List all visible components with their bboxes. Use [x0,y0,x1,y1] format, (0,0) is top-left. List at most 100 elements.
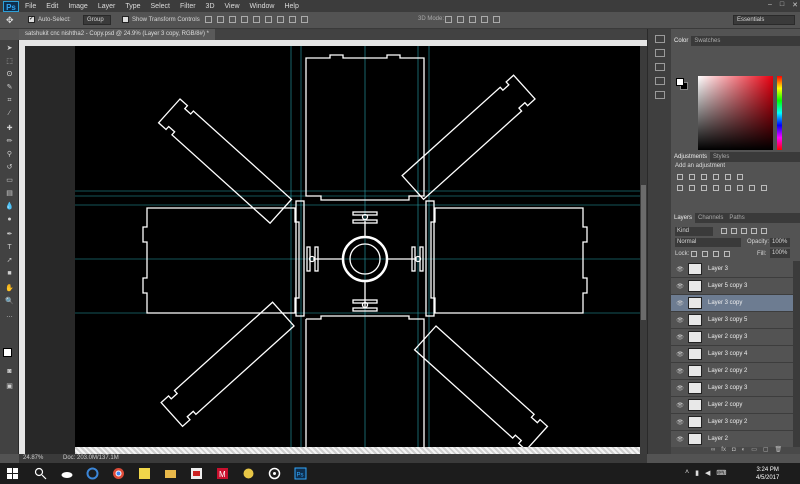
history-brush-icon[interactable]: ↺ [4,163,15,172]
filter-smart-icon[interactable] [761,228,767,234]
eye-icon[interactable]: 👁 [675,334,685,341]
volume-icon[interactable]: ◀ [705,469,710,477]
panel-foreground-swatch[interactable] [676,78,684,86]
filter-adjust-icon[interactable] [731,228,737,234]
3d-rotate-icon[interactable] [445,16,452,23]
menu-layer[interactable]: Layer [98,3,116,10]
lasso-icon[interactable]: ʘ [4,70,15,79]
file-explorer-icon[interactable] [164,467,177,480]
menu-window[interactable]: Window [250,3,275,10]
healing-brush-icon[interactable]: ✚ [4,124,15,133]
layer-filter-kind[interactable]: Kind [675,227,713,236]
show-transform-option[interactable]: Show Transform Controls [122,16,200,23]
eye-icon[interactable]: 👁 [675,283,685,290]
layer-row[interactable]: 👁 Layer 2 copy 3 [671,329,793,346]
new-layer-icon[interactable]: ▢ [763,447,769,454]
lock-all-icon[interactable] [724,251,730,257]
align-top-icon[interactable] [205,16,212,23]
color-lookup-icon[interactable] [725,185,731,191]
3d-slide-icon[interactable] [481,16,488,23]
filter-type-icon[interactable] [741,228,747,234]
color-balance-icon[interactable] [677,185,683,191]
eye-icon[interactable]: 👁 [675,300,685,307]
distribute-middle-icon[interactable] [289,16,296,23]
dodge-icon[interactable]: ● [4,215,15,224]
rectangle-icon[interactable]: ■ [4,269,15,278]
zoom-level[interactable]: 24.87% [23,454,43,463]
layer-row[interactable]: 👁 Layer 3 copy [671,295,793,312]
filter-shape-icon[interactable] [751,228,757,234]
vertical-ruler[interactable] [19,46,25,454]
workspace-dropdown[interactable]: Essentials [733,15,795,25]
path-select-icon[interactable]: ➚ [4,256,15,265]
align-right-icon[interactable] [265,16,272,23]
brush-icon[interactable]: ✏ [4,137,15,146]
foreground-color-swatch[interactable] [3,348,12,357]
tab-layers[interactable]: Layers [671,213,696,223]
eraser-icon[interactable]: ▭ [4,176,15,185]
menu-type[interactable]: Type [125,3,140,10]
eye-icon[interactable]: 👁 [675,351,685,358]
mask-icon[interactable]: ◘ [732,447,736,454]
hue-slider[interactable] [777,76,782,150]
color-picker-field[interactable] [698,76,773,150]
more-tools-icon[interactable]: … [4,311,15,320]
auto-select-checkbox[interactable] [28,16,35,23]
link-layers-icon[interactable]: ∞ [711,447,715,454]
maximize-button[interactable]: □ [780,1,784,9]
menu-filter[interactable]: Filter [180,3,196,10]
tab-color[interactable]: Color [671,36,692,46]
crop-icon[interactable]: ⌗ [4,96,15,105]
eye-icon[interactable]: 👁 [675,436,685,443]
minimize-button[interactable]: – [768,1,772,9]
brightness-icon[interactable] [677,174,683,180]
lock-position-icon[interactable] [713,251,719,257]
align-middle-icon[interactable] [217,16,224,23]
adjustment-layer-icon[interactable]: ◐ [742,447,746,454]
auto-select-dropdown[interactable]: Group [83,15,111,25]
3d-drag-icon[interactable] [469,16,476,23]
scrollbar-thumb[interactable] [641,185,646,320]
opacity-input[interactable]: 100% [770,238,790,247]
layer-row[interactable]: 👁 Layer 2 copy 2 [671,363,793,380]
auto-select-option[interactable]: Auto-Select: [28,16,71,23]
3d-roll-icon[interactable] [457,16,464,23]
photo-filter-icon[interactable] [701,185,707,191]
eye-icon[interactable]: 👁 [675,368,685,375]
blur-icon[interactable]: 💧 [4,202,15,211]
fx-icon[interactable]: fx [721,447,726,454]
paragraph-icon[interactable] [655,91,665,99]
move-tool-icon[interactable]: ✥ [6,15,14,26]
distribute-bottom-icon[interactable] [301,16,308,23]
trash-icon[interactable]: 🗑 [775,447,783,454]
windows-start-icon[interactable] [6,467,19,480]
hue-saturation-icon[interactable] [737,174,743,180]
exposure-icon[interactable] [713,174,719,180]
layer-row[interactable]: 👁 Layer 2 copy [671,397,793,414]
layer-row[interactable]: 👁 Layer 3 copy 5 [671,312,793,329]
character-icon[interactable] [655,77,665,85]
taskbar-clock[interactable]: 3:24 PM 4/5/2017 [756,466,779,482]
eye-icon[interactable]: 👁 [675,402,685,409]
layer-row[interactable]: 👁 Layer 3 copy 4 [671,346,793,363]
tab-styles[interactable]: Styles [710,152,732,162]
show-transform-checkbox[interactable] [122,16,129,23]
channel-mixer-icon[interactable] [713,185,719,191]
curves-icon[interactable] [701,174,707,180]
lock-transparency-icon[interactable] [691,251,697,257]
eyedropper-icon[interactable]: ⁄ [4,109,15,118]
zoom-icon[interactable]: 🔍 [4,297,15,306]
quick-select-icon[interactable]: ✎ [4,83,15,92]
layer-row[interactable]: 👁 Layer 3 copy 3 [671,380,793,397]
tools-app-icon[interactable] [242,467,255,480]
layer-row[interactable]: 👁 Layer 2 [671,431,793,447]
marquee-icon[interactable]: ⬚ [4,57,15,66]
3d-scale-icon[interactable] [493,16,500,23]
hand-icon[interactable]: ✋ [4,284,15,293]
lock-pixels-icon[interactable] [702,251,708,257]
type-icon[interactable]: T [4,243,15,252]
menu-help[interactable]: Help [284,3,298,10]
chrome-icon[interactable] [112,467,125,480]
posterize-icon[interactable] [749,185,755,191]
tab-channels[interactable]: Channels [695,213,726,223]
